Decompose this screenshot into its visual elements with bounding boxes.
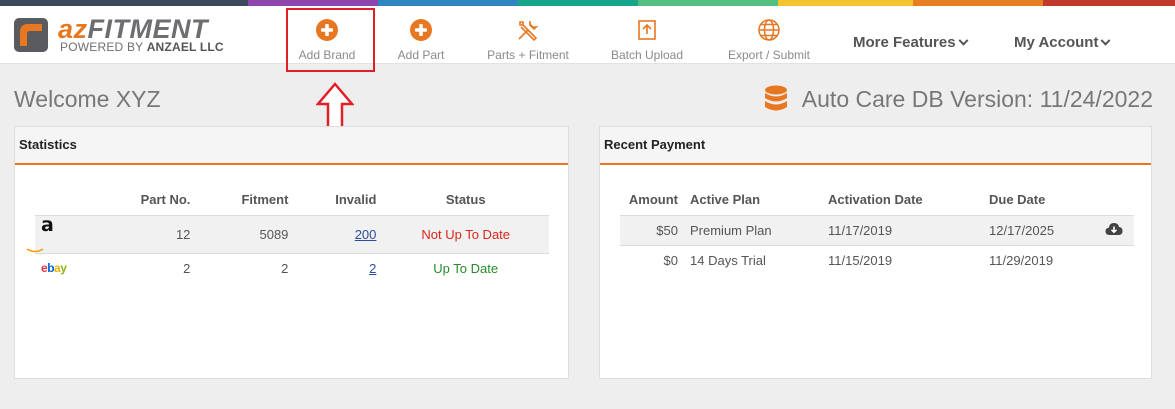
more-features-dropdown[interactable]: More Features bbox=[853, 34, 968, 51]
invalid-cell: 200 bbox=[294, 214, 383, 254]
col-header-activation-date: Activation Date bbox=[828, 192, 923, 208]
database-icon bbox=[764, 85, 787, 111]
ebay-logo-icon: ebay bbox=[41, 261, 67, 276]
table-row: a 12 5089 200 Not Up To Date bbox=[26, 214, 549, 254]
db-version-info: Auto Care DB Version: 11/24/2022 bbox=[764, 85, 1153, 113]
due-date-cell: 12/17/2025 bbox=[983, 214, 1093, 246]
cloud-download-icon[interactable] bbox=[1105, 222, 1123, 236]
nav-parts-fitment[interactable]: Parts + Fitment bbox=[482, 12, 574, 64]
amount-cell: $50 bbox=[620, 214, 684, 246]
col-header-status: Status bbox=[445, 192, 486, 208]
plan-cell: 14 Days Trial bbox=[690, 252, 766, 268]
nav-batch-upload[interactable]: Batch Upload bbox=[606, 12, 688, 64]
part-no-cell: 2 bbox=[183, 260, 191, 276]
invalid-cell: 2 bbox=[294, 253, 382, 283]
statistics-panel: Statistics Part No. Fitment Invalid Stat… bbox=[14, 126, 569, 379]
download-cell bbox=[1093, 214, 1134, 246]
header-bar: azFITMENT POWERED BY ANZAEL LLC Add Bran… bbox=[0, 6, 1175, 64]
logo-mark-icon bbox=[14, 18, 48, 52]
status-cell: Not Up To Date bbox=[382, 214, 549, 254]
upload-icon bbox=[638, 20, 656, 40]
welcome-message: Welcome XYZ bbox=[14, 86, 161, 112]
recent-payment-title: Recent Payment bbox=[600, 127, 1151, 165]
table-row: ebay 2 2 2 Up To Date bbox=[35, 253, 549, 283]
more-features-label: More Features bbox=[853, 34, 956, 51]
nav-parts-fitment-label: Parts + Fitment bbox=[487, 48, 569, 62]
recent-payment-panel: Recent Payment Amount Active Plan Activa… bbox=[599, 126, 1152, 379]
fitment-cell: 5089 bbox=[196, 214, 295, 254]
highlight-annotation-box bbox=[286, 8, 375, 72]
chevron-down-icon bbox=[958, 35, 968, 46]
status-cell: Up To Date bbox=[433, 260, 499, 276]
nav-add-part[interactable]: Add Part bbox=[386, 12, 456, 64]
nav-add-part-label: Add Part bbox=[397, 48, 445, 62]
part-no-cell: 12 bbox=[72, 214, 197, 254]
azfitment-logo[interactable]: azFITMENT POWERED BY ANZAEL LLC bbox=[14, 14, 224, 60]
globe-icon bbox=[758, 19, 780, 41]
tools-icon bbox=[518, 20, 539, 42]
payment-table: Amount Active Plan Activation Date Due D… bbox=[620, 185, 1134, 275]
invalid-count-link[interactable]: 2 bbox=[369, 261, 376, 276]
col-header-amount: Amount bbox=[628, 192, 678, 208]
fitment-cell: 2 bbox=[281, 260, 289, 276]
amazon-logo-icon: a bbox=[26, 214, 73, 254]
plus-circle-icon bbox=[410, 19, 432, 41]
nav-export-submit-label: Export / Submit bbox=[727, 48, 811, 62]
statistics-title: Statistics bbox=[15, 127, 568, 165]
col-header-fitment: Fitment bbox=[241, 192, 289, 208]
amount-cell: $0 bbox=[663, 252, 678, 268]
activation-date-cell: 11/17/2019 bbox=[822, 214, 983, 246]
chevron-down-icon bbox=[1101, 35, 1111, 46]
col-header-due-date: Due Date bbox=[989, 192, 1046, 208]
invalid-count-link[interactable]: 200 bbox=[355, 227, 377, 242]
col-header-part-no: Part No. bbox=[140, 192, 191, 208]
my-account-label: My Account bbox=[1014, 34, 1099, 51]
db-version-text: Auto Care DB Version: 11/24/2022 bbox=[801, 85, 1153, 112]
table-row: $50 Premium Plan 11/17/2019 12/17/2025 bbox=[620, 214, 1134, 246]
table-row: $0 14 Days Trial 11/15/2019 11/29/2019 bbox=[620, 245, 1134, 275]
statistics-table: Part No. Fitment Invalid Status a 12 508… bbox=[26, 185, 549, 283]
activation-date-cell: 11/15/2019 bbox=[828, 252, 893, 268]
logo-tagline: POWERED BY ANZAEL LLC bbox=[60, 40, 224, 54]
nav-export-submit[interactable]: Export / Submit bbox=[720, 12, 818, 64]
due-date-cell: 11/29/2019 bbox=[989, 252, 1054, 268]
col-header-active-plan: Active Plan bbox=[690, 192, 761, 208]
nav-batch-upload-label: Batch Upload bbox=[610, 48, 684, 62]
col-header-invalid: Invalid bbox=[335, 192, 377, 208]
my-account-dropdown[interactable]: My Account bbox=[1014, 34, 1111, 51]
plan-cell: Premium Plan bbox=[684, 214, 822, 246]
